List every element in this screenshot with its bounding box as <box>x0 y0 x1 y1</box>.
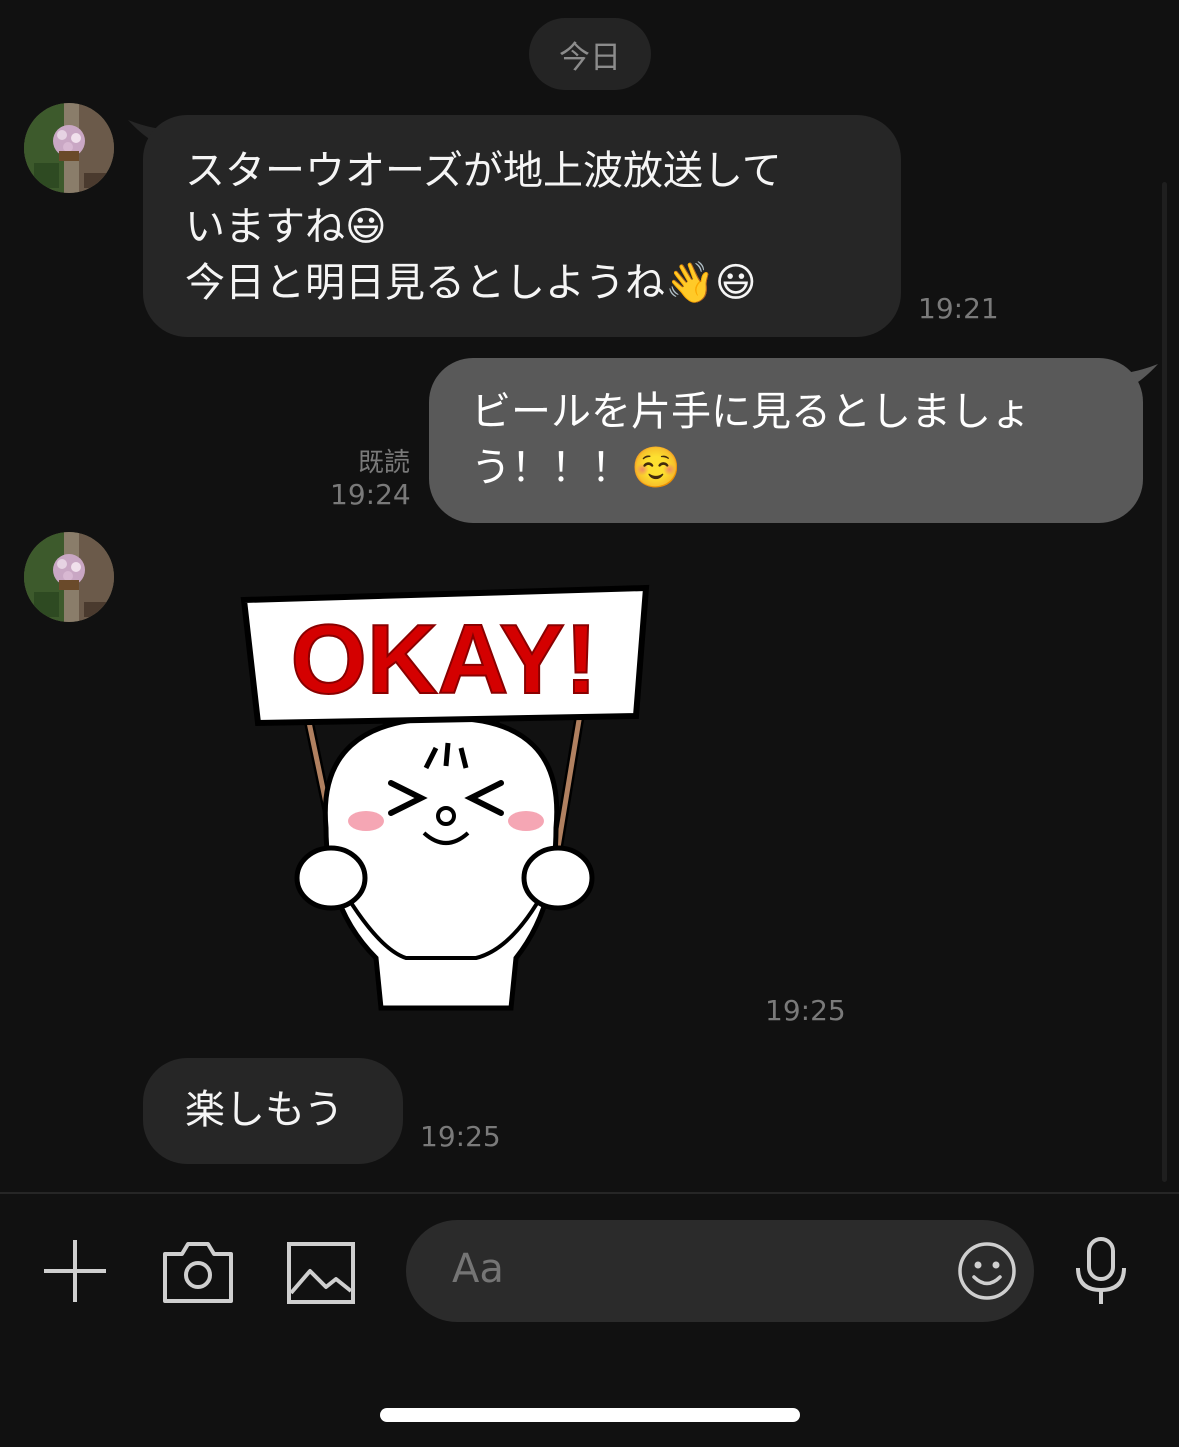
camera-icon[interactable] <box>162 1240 234 1304</box>
date-separator-label: 今日 <box>559 39 621 76</box>
home-indicator[interactable] <box>380 1408 800 1422</box>
date-separator: 今日 <box>529 18 651 90</box>
plus-icon[interactable] <box>42 1238 108 1304</box>
message-time: 19:25 <box>420 1120 501 1153</box>
message-line: スターウオーズが地上波放送して <box>185 148 782 194</box>
message-input[interactable] <box>452 1246 912 1292</box>
message-bubble[interactable]: スターウオーズが地上波放送して いますね😃 今日と明日見るとしようね👋😃 <box>143 115 901 337</box>
message-bubble[interactable]: 楽しもう <box>143 1058 403 1164</box>
microphone-icon[interactable] <box>1074 1236 1128 1306</box>
message-time: 19:24 <box>330 478 411 511</box>
smiley-emoji: 😃 <box>714 260 757 306</box>
message-line: う！！！☺️ <box>471 445 681 491</box>
smiley-icon[interactable] <box>956 1240 1018 1302</box>
message-line: 楽しもう <box>185 1087 344 1133</box>
smiley-emoji: 😃 <box>345 204 387 250</box>
smiling-face-emoji: ☺️ <box>631 445 681 491</box>
message-line: ビールを片手に見るとしましょ <box>471 389 1031 435</box>
sticker-text: OKAY! <box>291 604 598 714</box>
message-time: 19:21 <box>918 292 999 325</box>
okay-sticker[interactable]: OKAY! <box>236 578 656 1018</box>
avatar[interactable] <box>24 103 114 193</box>
message-line: 今日と明日見るとしようね👋😃 <box>185 260 757 306</box>
toolbar-divider <box>0 1192 1179 1194</box>
message-line: いますね😃 <box>185 204 387 250</box>
avatar-photo <box>24 532 114 622</box>
waving-hand-emoji: 👋 <box>665 260 715 306</box>
message-bubble[interactable]: ビールを片手に見るとしましょ う！！！☺️ <box>429 358 1143 523</box>
message-time: 19:25 <box>765 994 846 1027</box>
avatar-photo <box>24 103 114 193</box>
scrollbar[interactable] <box>1162 182 1167 1182</box>
image-icon[interactable] <box>286 1241 356 1305</box>
avatar[interactable] <box>24 532 114 622</box>
message-input-box[interactable] <box>406 1220 1034 1322</box>
read-receipt: 既読 <box>357 448 410 478</box>
